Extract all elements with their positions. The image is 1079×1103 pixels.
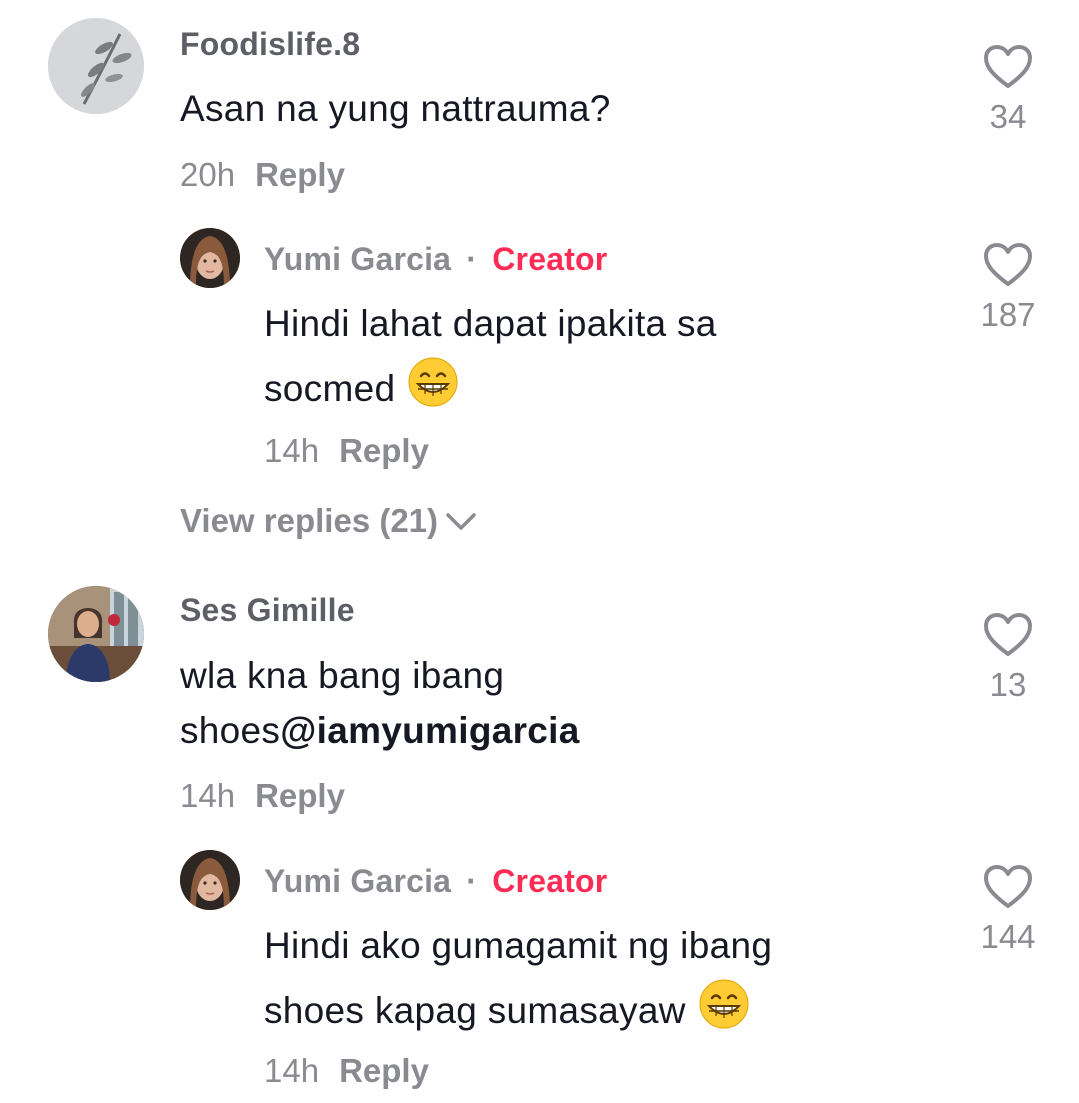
leaf-drawing-icon: [48, 18, 144, 114]
comment-meta: 14h Reply: [180, 777, 345, 815]
comment-item: Ses Gimille wla kna bang ibang shoes@iam…: [0, 580, 1079, 820]
comment-text-line-1: wla kna bang ibang: [180, 655, 505, 696]
chevron-down-icon: [446, 513, 476, 530]
reply-username[interactable]: Yumi Garcia: [264, 241, 451, 277]
creator-badge: Creator: [492, 241, 608, 277]
like-count: 13: [989, 666, 1027, 703]
comment-time: 14h: [180, 777, 236, 814]
comment-text-line-2: shoes@iamyumigarcia: [180, 701, 580, 761]
user-avatar[interactable]: [48, 18, 144, 114]
comment-text: shoes: [180, 710, 281, 751]
comment-item: Foodislife.8 Asan na yung nattrauma? 20h…: [0, 0, 1079, 200]
comment-text: Asan na yung nattrauma?: [180, 88, 611, 129]
reply-button[interactable]: Reply: [339, 432, 429, 469]
reply-button[interactable]: Reply: [255, 777, 345, 814]
creator-avatar[interactable]: [180, 850, 240, 910]
like-count: 34: [989, 98, 1027, 135]
comment-username[interactable]: Ses Gimille: [180, 592, 355, 629]
like-button[interactable]: [978, 242, 1038, 293]
reply-text-line-2: shoes kapag sumasayaw: [264, 978, 750, 1048]
woman-face-icon: [180, 850, 240, 910]
view-replies-label: View replies (21): [180, 502, 439, 539]
reply-time: 14h: [264, 1052, 320, 1089]
separator-dot: ·: [466, 863, 478, 899]
heart-icon: [984, 45, 1032, 88]
reply-time: 14h: [264, 432, 320, 469]
reply-text-line-2: socmed: [264, 356, 459, 426]
reply-item: Yumi Garcia · Creator Hindi ako gumagami…: [0, 842, 1079, 1102]
mention-link[interactable]: @iamyumigarcia: [280, 710, 579, 751]
heart-icon: [984, 865, 1032, 908]
reply-button[interactable]: Reply: [255, 156, 345, 193]
like-button[interactable]: [978, 44, 1038, 95]
like-count: 144: [980, 918, 1036, 955]
comment-time: 20h: [180, 156, 236, 193]
creator-badge: Creator: [492, 863, 608, 899]
reply-button[interactable]: Reply: [339, 1052, 429, 1089]
grinning-face-icon: [407, 356, 459, 426]
separator-dot: ·: [466, 241, 478, 277]
user-avatar[interactable]: [48, 586, 144, 682]
reply-text-line-1: Hindi ako gumagamit ng ibang: [264, 925, 773, 966]
view-replies-button[interactable]: View replies (21): [180, 502, 478, 540]
reply-text: shoes kapag sumasayaw: [264, 989, 686, 1031]
reply-meta: 14h Reply: [264, 432, 429, 470]
reply-username-row: Yumi Garcia · Creator: [264, 241, 607, 278]
comment-username[interactable]: Foodislife.8: [180, 26, 360, 63]
woman-face-icon: [180, 228, 240, 288]
creator-avatar[interactable]: [180, 228, 240, 288]
like-button[interactable]: [978, 864, 1038, 915]
reply-meta: 14h Reply: [264, 1052, 429, 1090]
reply-text: socmed: [264, 367, 396, 409]
heart-icon: [984, 613, 1032, 656]
reply-item: Yumi Garcia · Creator Hindi lahat dapat …: [0, 220, 1079, 480]
comment-meta: 20h Reply: [180, 156, 345, 194]
woman-photo-icon: [48, 586, 144, 682]
grinning-face-icon: [698, 978, 750, 1048]
like-button[interactable]: [978, 612, 1038, 663]
reply-username[interactable]: Yumi Garcia: [264, 863, 451, 899]
reply-username-row: Yumi Garcia · Creator: [264, 863, 607, 900]
like-count: 187: [980, 296, 1036, 333]
heart-icon: [984, 243, 1032, 286]
reply-text-line-1: Hindi lahat dapat ipakita sa: [264, 303, 717, 344]
